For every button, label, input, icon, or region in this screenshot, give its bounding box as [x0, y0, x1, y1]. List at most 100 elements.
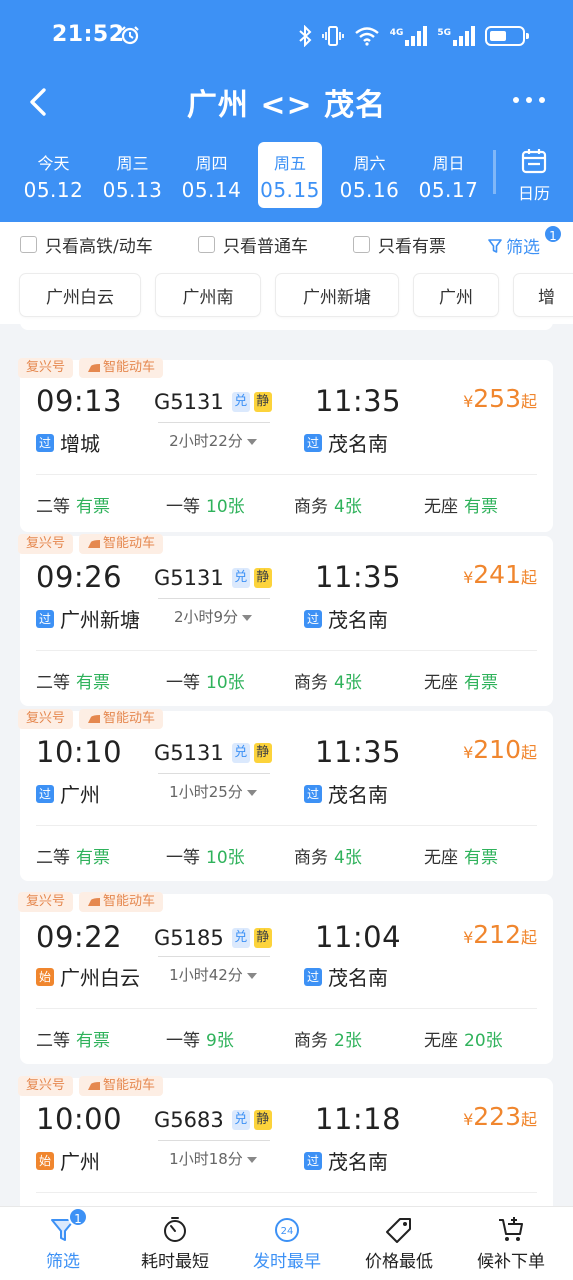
departure-time: 09:26 — [36, 560, 123, 594]
train-list: 复兴号 智能动车 09:13 G5131 兑静 11:35 ¥253 起 过增城 2小… — [0, 324, 573, 1206]
chevron-down-icon — [246, 972, 257, 979]
chevron-down-icon — [246, 1156, 257, 1163]
header: 21:52 4G 5G 广州 <> 茂名 今天 05.12 周三 05.13 周… — [0, 0, 573, 222]
fuxing-tag: 复兴号 — [18, 1076, 74, 1096]
date-tab[interactable]: 周四 05.14 — [172, 142, 251, 208]
quiet-badge: 静 — [253, 743, 272, 763]
quiet-badge: 静 — [253, 928, 272, 948]
to-station: 过茂名南 — [304, 1146, 388, 1175]
train-icon — [88, 898, 101, 906]
date-tab[interactable]: 周三 05.13 — [93, 142, 172, 208]
train-number: G5131 兑静 — [154, 741, 272, 765]
filter-button[interactable]: 筛选 — [488, 233, 540, 258]
duration[interactable]: 1小时25分 — [158, 773, 270, 802]
date-tab[interactable]: 周六 05.16 — [330, 142, 409, 208]
station-chip[interactable]: 广州 — [414, 274, 498, 316]
funnel-icon — [488, 238, 502, 253]
train-card[interactable]: 复兴号 智能动车 10:00 G5683 兑静 11:18 ¥223 起 始广州 1小… — [18, 1076, 553, 1206]
price: ¥241 起 — [463, 560, 537, 589]
price: ¥253 起 — [463, 384, 537, 413]
price: ¥212 起 — [463, 920, 537, 949]
train-card[interactable]: 复兴号 智能动车 09:26 G5131 兑静 11:35 ¥241 起 过广州新塘 … — [18, 534, 553, 706]
exchange-badge: 兑 — [231, 928, 250, 948]
train-icon — [88, 364, 101, 372]
high-speed-only-checkbox[interactable]: 只看高铁/动车 — [20, 234, 153, 257]
station-chip[interactable]: 广州白云 — [20, 274, 140, 316]
from-station: 始广州白云 — [36, 962, 140, 991]
date-tab[interactable]: 今天 05.12 — [14, 142, 93, 208]
station-chip[interactable]: 增 — [514, 274, 573, 316]
sort-lowest-price[interactable]: 价格最低 — [342, 1207, 456, 1280]
to-station: 过茂名南 — [304, 604, 388, 633]
more-options-icon[interactable] — [509, 90, 549, 110]
duration[interactable]: 1小时42分 — [158, 956, 270, 985]
station-chip[interactable]: 广州南 — [156, 274, 260, 316]
sort-shortest-duration[interactable]: 耗时最短 — [118, 1207, 232, 1280]
train-card[interactable]: 复兴号 智能动车 10:10 G5131 兑静 11:35 ¥210 起 过广州 1小… — [18, 709, 553, 881]
seat-second-class: 二等 有票 — [36, 497, 110, 517]
divider — [36, 1008, 537, 1009]
date-tab[interactable]: 周日 05.17 — [409, 142, 488, 208]
train-number: G5131 兑静 — [154, 566, 272, 590]
chevron-down-icon — [242, 614, 253, 621]
sort-earliest-departure[interactable]: 24 发时最早 — [230, 1207, 344, 1280]
divider — [36, 474, 537, 475]
status-bar: 21:52 4G 5G — [0, 0, 573, 72]
exchange-badge: 兑 — [231, 743, 250, 763]
exchange-badge: 兑 — [231, 1110, 250, 1130]
quiet-badge: 静 — [253, 1110, 272, 1130]
seat-second-class: 二等 有票 — [36, 673, 110, 693]
seat-business: 商务 2张 — [294, 1031, 362, 1051]
seat-no-seat: 无座 有票 — [424, 673, 498, 693]
train-card[interactable]: 复兴号 智能动车 09:13 G5131 兑静 11:35 ¥253 起 过增城 2小… — [18, 358, 553, 532]
divider — [36, 1192, 537, 1193]
smart-train-tag: 智能动车 — [79, 709, 164, 729]
filter-count-badge: 1 — [543, 224, 563, 244]
calendar-button[interactable]: 日历 — [506, 148, 562, 204]
arrival-time: 11:35 — [315, 384, 402, 418]
date-tab-active[interactable]: 周五 05.15 — [258, 142, 322, 208]
arrival-time: 11:18 — [315, 1102, 402, 1136]
chevron-down-icon — [246, 789, 257, 796]
seat-no-seat: 无座 有票 — [424, 497, 498, 517]
wifi-icon — [354, 27, 379, 46]
seat-first-class: 一等 10张 — [166, 673, 245, 693]
svg-text:24: 24 — [281, 1226, 294, 1237]
filter-row: 只看高铁/动车 只看普通车 只看有票 筛选 — [0, 222, 573, 266]
waitlist-order[interactable]: 候补下单 — [454, 1207, 568, 1280]
train-icon — [88, 1082, 101, 1090]
seat-business: 商务 4张 — [294, 848, 362, 868]
route-title: 广州 <> 茂名 — [186, 88, 387, 123]
duration[interactable]: 2小时22分 — [158, 422, 270, 451]
duration[interactable]: 2小时9分 — [158, 598, 270, 627]
duration[interactable]: 1小时18分 — [158, 1140, 270, 1169]
fuxing-tag: 复兴号 — [18, 534, 74, 554]
arrival-time: 11:04 — [315, 920, 402, 954]
available-only-checkbox[interactable]: 只看有票 — [353, 234, 446, 257]
seat-second-class: 二等 有票 — [36, 1031, 110, 1051]
departure-time: 10:00 — [36, 1102, 123, 1136]
smart-train-tag: 智能动车 — [79, 1076, 164, 1096]
from-station: 过广州新塘 — [36, 604, 140, 633]
chevron-down-icon — [246, 438, 257, 445]
price: ¥223 起 — [463, 1102, 537, 1131]
alarm-clock-icon — [121, 26, 139, 45]
signal-5g-icon: 5G — [437, 26, 475, 46]
seat-first-class: 一等 10张 — [166, 497, 245, 517]
regular-only-checkbox[interactable]: 只看普通车 — [198, 234, 308, 257]
calendar-icon — [521, 149, 547, 174]
signal-4g-icon: 4G — [390, 26, 428, 46]
calendar-label: 日历 — [517, 184, 550, 203]
departure-time: 09:22 — [36, 920, 123, 954]
smart-train-tag: 智能动车 — [79, 534, 164, 554]
station-chip[interactable]: 广州新塘 — [276, 274, 398, 316]
station-chips: 广州白云 广州南 广州新塘 广州 增 — [0, 266, 573, 324]
filter-tab[interactable]: 筛选 — [6, 1207, 120, 1280]
price: ¥210 起 — [463, 735, 537, 764]
status-icons: 4G 5G — [298, 24, 529, 48]
quiet-badge: 静 — [253, 392, 272, 412]
train-card[interactable]: 复兴号 智能动车 09:22 G5185 兑静 11:04 ¥212 起 始广州白云 … — [18, 892, 553, 1064]
train-card-partial[interactable] — [20, 324, 553, 330]
to-station: 过茂名南 — [304, 779, 388, 808]
from-station: 过增城 — [36, 428, 100, 457]
